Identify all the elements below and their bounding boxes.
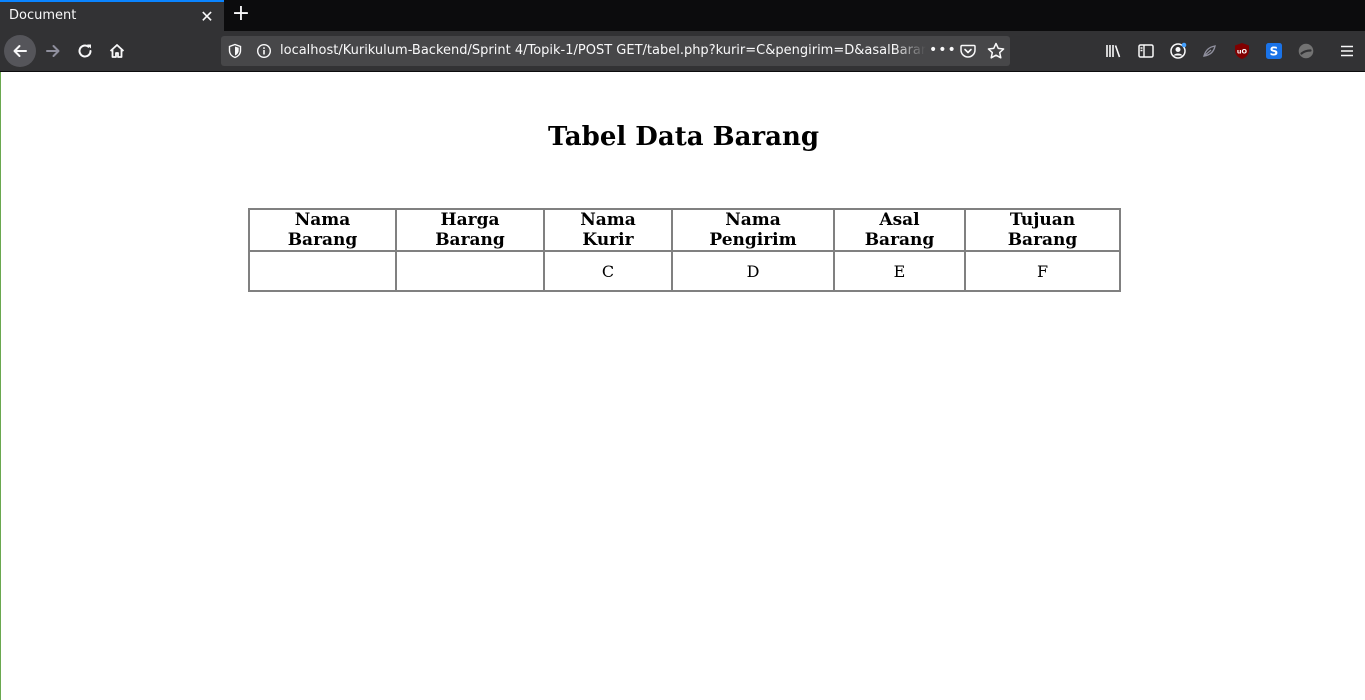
column-header: Nama Barang — [249, 209, 396, 251]
reload-button[interactable] — [69, 35, 101, 67]
site-info-icon[interactable] — [256, 43, 272, 59]
menu-icon[interactable] — [1338, 42, 1356, 60]
reload-icon — [78, 44, 92, 58]
table-cell: C — [544, 251, 672, 291]
url-text[interactable]: localhost/Kurikulum-Backend/Sprint 4/Top… — [280, 43, 926, 58]
column-header: Nama Pengirim — [672, 209, 834, 251]
back-button[interactable] — [4, 35, 36, 67]
column-header: Tujuan Barang — [965, 209, 1120, 251]
tab-title: Document — [9, 8, 77, 23]
close-tab-icon[interactable]: ✕ — [198, 8, 216, 26]
tab-document[interactable]: Document ✕ — [0, 0, 224, 31]
url-bar[interactable]: localhost/Kurikulum-Backend/Sprint 4/Top… — [221, 36, 1010, 66]
home-icon — [109, 44, 125, 58]
page-actions-icon[interactable]: ••• — [929, 42, 957, 58]
page-content: Tabel Data Barang Nama Barang Harga Bara… — [0, 72, 1365, 700]
library-icon[interactable] — [1105, 42, 1123, 60]
svg-text:uO: uO — [1237, 48, 1248, 56]
ublock-origin-icon[interactable]: uO — [1233, 42, 1251, 60]
column-header: Nama Kurir — [544, 209, 672, 251]
table-cell — [249, 251, 396, 291]
table-cell: E — [834, 251, 965, 291]
extension-leaf-icon[interactable] — [1201, 42, 1219, 60]
table-cell: F — [965, 251, 1120, 291]
pocket-icon[interactable] — [959, 42, 977, 60]
column-header: Asal Barang — [834, 209, 965, 251]
blocked-extension-icon[interactable] — [1297, 42, 1315, 60]
home-button[interactable] — [101, 35, 133, 67]
bookmark-star-icon[interactable] — [986, 41, 1006, 61]
data-table: Nama Barang Harga Barang Nama Kurir Nama… — [248, 208, 1121, 292]
forward-button[interactable] — [37, 35, 69, 67]
tracking-shield-icon[interactable] — [227, 43, 243, 59]
navigation-bar: localhost/Kurikulum-Backend/Sprint 4/Top… — [0, 31, 1365, 72]
page-title: Tabel Data Barang — [547, 122, 820, 152]
tab-bar: Document ✕ + — [0, 0, 1365, 31]
column-header: Harga Barang — [396, 209, 544, 251]
svg-text:S: S — [1270, 45, 1279, 59]
account-icon[interactable] — [1169, 42, 1187, 60]
new-tab-icon[interactable]: + — [230, 3, 252, 25]
table-header-row: Nama Barang Harga Barang Nama Kurir Nama… — [249, 209, 1120, 251]
forward-arrow-icon — [46, 45, 60, 57]
table-cell: D — [672, 251, 834, 291]
table-cell — [396, 251, 544, 291]
sidebar-icon[interactable] — [1137, 42, 1155, 60]
table-row: C D E F — [249, 251, 1120, 291]
s-extension-icon[interactable]: S — [1265, 42, 1283, 60]
back-arrow-icon — [13, 45, 27, 57]
